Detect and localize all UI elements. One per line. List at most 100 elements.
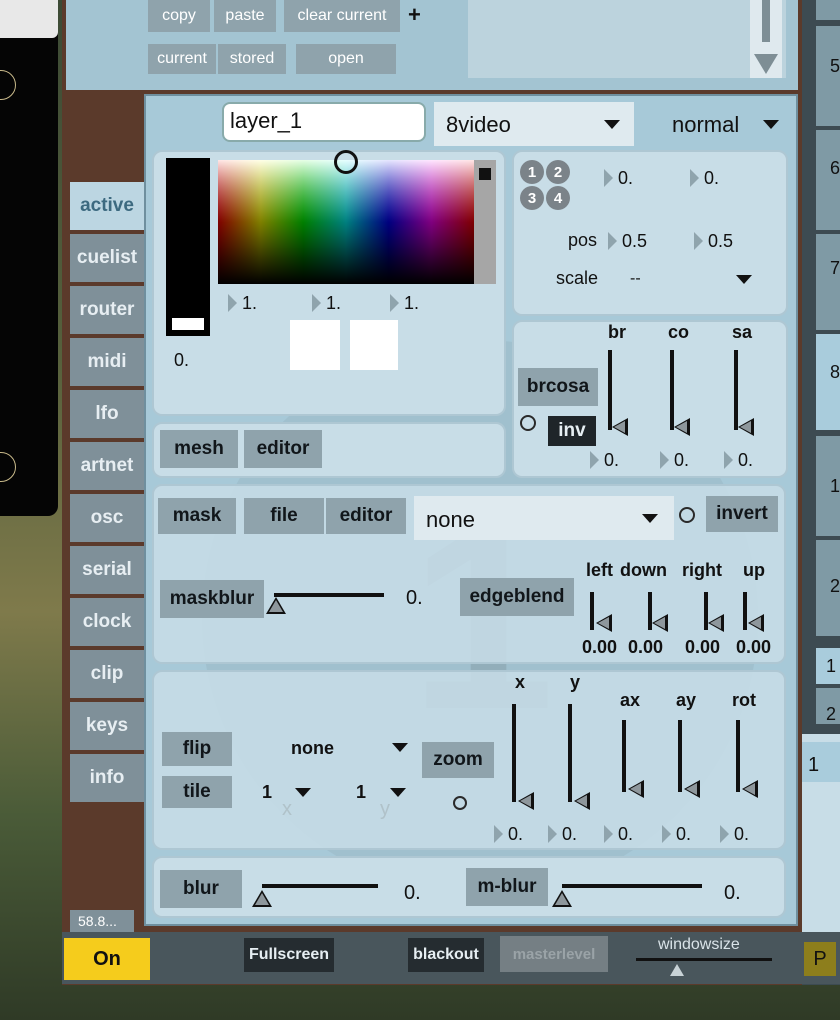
tab-midi[interactable]: midi (70, 338, 144, 386)
color-swatch[interactable] (290, 320, 340, 370)
tab-lfo[interactable]: lfo (70, 390, 144, 438)
edgeblend-left-handle[interactable] (596, 614, 612, 632)
windowsize-slider-handle[interactable] (670, 964, 684, 976)
scroll-down-icon[interactable] (754, 54, 778, 74)
tile-button[interactable]: tile (162, 776, 232, 808)
y-slider-handle[interactable] (574, 792, 590, 810)
blur-button[interactable]: blur (160, 870, 242, 908)
red-value[interactable]: 1. (242, 293, 257, 314)
blackout-button[interactable]: blackout (408, 938, 484, 972)
maskblur-slider-handle[interactable] (266, 597, 286, 614)
invert-colors-button[interactable]: inv (548, 416, 596, 446)
alpha-slider[interactable] (166, 158, 210, 336)
brcosa-radio[interactable] (520, 415, 536, 431)
chevron-down-icon[interactable] (390, 788, 406, 797)
edgeblend-up-value[interactable]: 0.00 (736, 637, 771, 658)
blur-value[interactable]: 0. (404, 882, 421, 905)
scroll-thumb[interactable] (762, 0, 770, 42)
green-value[interactable]: 1. (326, 293, 341, 314)
right-strip-cell[interactable] (816, 130, 840, 230)
edgeblend-down-handle[interactable] (652, 614, 668, 632)
ax-slider-handle[interactable] (628, 780, 644, 798)
right-strip-cell[interactable] (816, 0, 840, 20)
zoom-button[interactable]: zoom (422, 742, 494, 778)
color-picker-cursor[interactable] (334, 150, 358, 174)
edgeblend-right-value[interactable]: 0.00 (685, 637, 720, 658)
tab-keys[interactable]: keys (70, 702, 144, 750)
mesh-editor-button[interactable]: editor (244, 430, 322, 468)
sa-slider-handle[interactable] (738, 418, 754, 436)
p-button[interactable]: P (804, 942, 836, 976)
layer-name-input[interactable]: layer_1 (222, 102, 426, 142)
maskblur-button[interactable]: maskblur (160, 580, 264, 618)
tab-artnet[interactable]: artnet (70, 442, 144, 490)
x-slider-handle[interactable] (518, 792, 534, 810)
brcosa-button[interactable]: brcosa (518, 368, 598, 406)
edgeblend-up-slider[interactable] (743, 592, 747, 630)
ay-value[interactable]: 0. (676, 824, 691, 845)
mask-editor-button[interactable]: editor (326, 498, 406, 534)
quad-button-2[interactable]: 2 (546, 160, 570, 184)
edgeblend-right-handle[interactable] (708, 614, 724, 632)
chevron-down-icon[interactable] (392, 743, 408, 752)
ay-slider[interactable] (678, 720, 682, 792)
ay-slider-handle[interactable] (684, 780, 700, 798)
blur-slider-track[interactable] (262, 884, 378, 888)
quad-button-4[interactable]: 4 (546, 186, 570, 210)
maskblur-value[interactable]: 0. (406, 587, 423, 610)
mesh-button[interactable]: mesh (160, 430, 238, 468)
rot-slider-handle[interactable] (742, 780, 758, 798)
quad-button-3[interactable]: 3 (520, 186, 544, 210)
tab-active[interactable]: active (70, 182, 144, 230)
y-value[interactable]: 0. (562, 824, 577, 845)
flip-value[interactable]: none (291, 738, 334, 759)
open-button[interactable]: open (296, 44, 396, 74)
y-slider[interactable] (568, 704, 572, 802)
chevron-down-icon[interactable] (642, 514, 658, 523)
mask-button[interactable]: mask (158, 498, 236, 534)
edgeblend-left-slider[interactable] (590, 592, 594, 630)
edgeblend-button[interactable]: edgeblend (460, 578, 574, 616)
windowsize-slider-track[interactable] (636, 958, 772, 961)
tab-clock[interactable]: clock (70, 598, 144, 646)
color-swatch[interactable] (350, 320, 398, 370)
tab-serial[interactable]: serial (70, 546, 144, 594)
co-slider-handle[interactable] (674, 418, 690, 436)
chevron-down-icon[interactable] (736, 275, 752, 284)
tile-x-value[interactable]: 1 (262, 782, 272, 803)
sa-value[interactable]: 0. (738, 450, 753, 471)
ax-slider[interactable] (622, 720, 626, 792)
zoom-radio[interactable] (453, 796, 467, 810)
edgeblend-up-handle[interactable] (748, 614, 764, 632)
rot-slider[interactable] (736, 720, 740, 792)
flip-button[interactable]: flip (162, 732, 232, 766)
masterlevel-button[interactable]: masterlevel (500, 936, 608, 972)
fullscreen-button[interactable]: Fullscreen (244, 938, 334, 972)
corner-value-a[interactable]: 0. (618, 168, 633, 189)
x-slider[interactable] (512, 704, 516, 802)
edgeblend-left-value[interactable]: 0.00 (582, 637, 617, 658)
color-picker[interactable] (218, 160, 474, 284)
blue-value[interactable]: 1. (404, 293, 419, 314)
edgeblend-down-value[interactable]: 0.00 (628, 637, 663, 658)
mblur-button[interactable]: m-blur (466, 868, 548, 906)
br-value[interactable]: 0. (604, 450, 619, 471)
corner-value-b[interactable]: 0. (704, 168, 719, 189)
current-button[interactable]: current (148, 44, 216, 74)
tab-cuelist[interactable]: cuelist (70, 234, 144, 282)
chevron-down-icon[interactable] (604, 120, 620, 129)
blend-mode-value[interactable]: normal (672, 112, 739, 138)
br-slider-handle[interactable] (612, 418, 628, 436)
scale-value[interactable]: -- (630, 270, 641, 288)
on-button[interactable]: On (64, 938, 150, 980)
co-value[interactable]: 0. (674, 450, 689, 471)
chevron-down-icon[interactable] (295, 788, 311, 797)
add-icon[interactable]: + (408, 2, 421, 28)
blur-slider-handle[interactable] (252, 890, 272, 907)
quad-button-1[interactable]: 1 (520, 160, 544, 184)
brightness-marker[interactable] (479, 168, 491, 180)
rot-value[interactable]: 0. (734, 824, 749, 845)
invert-mask-button[interactable]: invert (706, 496, 778, 532)
chevron-down-icon[interactable] (763, 120, 779, 129)
stored-button[interactable]: stored (218, 44, 286, 74)
